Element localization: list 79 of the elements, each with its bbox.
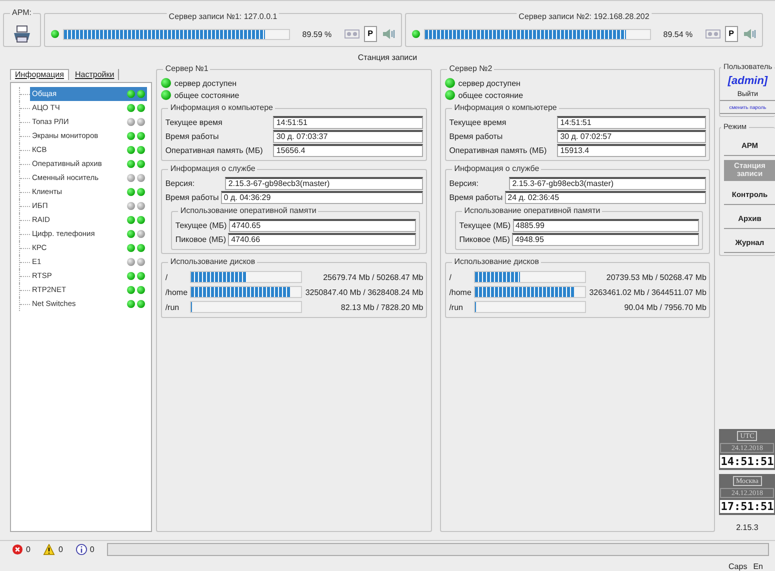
value-field: 30 д. 07:02:57 — [557, 130, 706, 143]
indicator-label: сервер доступен — [174, 78, 237, 88]
disk-usage-text: 3263461.02 Mb / 3644511.07 Mb — [589, 288, 706, 296]
clock-time: 17:51:51 — [720, 500, 774, 513]
tape-icon[interactable] — [344, 28, 360, 40]
field-label: Время работы — [165, 132, 220, 141]
disk-usage-text: 3250847.40 Mb / 3628408.24 Mb — [305, 288, 424, 296]
tab[interactable]: Информация — [10, 69, 69, 80]
indicator-label: сервер доступен — [458, 78, 520, 88]
group-title: Информация о компьютере — [168, 103, 275, 113]
disk-usage-text: 25679.74 Mb / 50268.47 Mb — [322, 272, 424, 282]
clock-time: 14:51:51 — [720, 455, 774, 468]
value-field: 4948.95 — [512, 233, 700, 246]
field-label: Оперативная память (МБ) — [165, 146, 264, 155]
panel-title: Сервер №2 — [447, 64, 494, 74]
group-title: АРМ: — [10, 8, 34, 18]
section-title: Станция записи — [356, 53, 418, 63]
group-title: Информация о службе — [452, 164, 542, 174]
disk-path: /home — [449, 288, 472, 296]
field-label: Текущее время — [449, 118, 508, 127]
group-title: Информация о компьютере — [452, 103, 559, 113]
speaker-icon[interactable] — [742, 27, 758, 41]
error-count: 0 — [26, 544, 30, 554]
value-field: 14:51:51 — [273, 116, 424, 129]
value-field: 4740.66 — [228, 233, 416, 246]
disk-usage-text: 20739.53 Mb / 50268.47 Mb — [605, 272, 706, 282]
percent-text: 89.59 % — [301, 30, 332, 38]
field-label: Версия: — [449, 179, 480, 188]
value-field: 14:51:51 — [557, 116, 706, 129]
p-button[interactable]: P — [364, 26, 377, 42]
group-title: Использование оперативной памяти — [462, 206, 602, 216]
value-field: 15656.4 — [273, 144, 424, 157]
value-field: 30 д. 07:03:37 — [273, 130, 424, 143]
value-field: 2.15.3-67-gb98ecb3(master) — [225, 177, 424, 190]
field-label: Пиковое (МБ) — [459, 235, 510, 244]
printer-icon[interactable] — [12, 25, 32, 43]
value-field: 24 д. 02:36:45 — [504, 191, 706, 204]
warning-icon — [43, 544, 56, 554]
info-icon — [76, 544, 87, 554]
field-label: Текущее время — [165, 118, 224, 127]
error-icon — [12, 544, 23, 554]
field-label: Оперативная память (МБ) — [449, 146, 548, 155]
value-field: 4885.99 — [512, 219, 700, 232]
caps-indicator: Caps — [728, 562, 748, 571]
value-field: 4740.65 — [228, 219, 416, 232]
disk-path: /run — [165, 302, 180, 312]
field-label: Текущее (МБ) — [175, 221, 227, 230]
p-button[interactable]: P — [724, 26, 738, 42]
value-field: 15913.4 — [557, 144, 706, 157]
language-indicator: En — [753, 562, 763, 571]
disk-usage-text: 82.13 Mb / 7828.20 Mb — [340, 302, 424, 312]
version-text: 2.15.3 — [735, 523, 760, 532]
value-field: 2.15.3-67-gb98ecb3(master) — [509, 177, 706, 190]
field-label: Пиковое (МБ) — [175, 235, 226, 244]
indicator-label: общее состояние — [174, 90, 240, 100]
value-field: 0 д. 04:36:29 — [220, 191, 424, 204]
info-count: 0 — [90, 544, 94, 554]
disk-path: /home — [165, 288, 188, 296]
group-title: Использование дисков — [452, 257, 541, 267]
panel-title: Сервер №1 — [163, 64, 210, 74]
field-label: Время работы — [165, 193, 219, 202]
indicator-label: общее состояние — [458, 90, 524, 100]
field-label: Версия: — [165, 179, 196, 188]
group-title: Информация о службе — [168, 164, 258, 174]
speaker-icon[interactable] — [381, 27, 397, 41]
tape-icon[interactable] — [704, 28, 721, 40]
field-label: Время работы — [449, 132, 504, 141]
disk-path: / — [165, 272, 169, 282]
field-label: Текущее (МБ) — [459, 221, 511, 230]
tab[interactable]: Настройки — [70, 69, 120, 80]
user-name: [admin] — [726, 75, 769, 87]
warning-count: 0 — [58, 544, 63, 554]
percent-text: 89.54 % — [662, 30, 693, 38]
group-title: Использование оперативной памяти — [178, 206, 318, 216]
field-label: Время работы — [449, 193, 503, 202]
group-title: Использование дисков — [168, 257, 258, 267]
disk-path: / — [449, 272, 452, 282]
disk-path: /run — [449, 302, 464, 312]
disk-usage-text: 90.04 Mb / 7956.70 Mb — [623, 302, 706, 312]
